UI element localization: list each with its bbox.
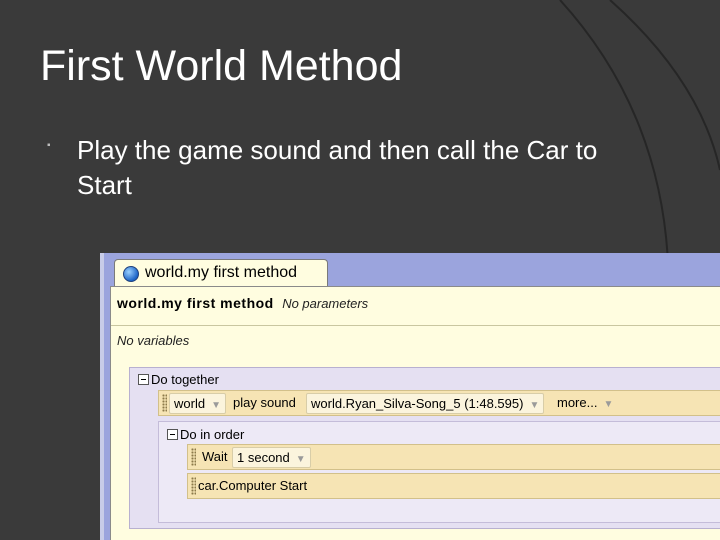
drag-handle-icon[interactable] [191, 448, 196, 466]
method-panel: world.my first method No parameters No v… [110, 286, 720, 540]
drag-handle-icon[interactable] [162, 394, 167, 412]
wait-statement[interactable]: Wait 1 second ▼ [187, 444, 720, 470]
method-label: play sound [233, 395, 296, 410]
method-name: world.my first method [117, 295, 274, 311]
chevron-down-icon: ▼ [211, 400, 221, 411]
bullet-text: Play the game sound and then call the Ca… [77, 135, 598, 200]
parameters-label: No parameters [282, 296, 369, 311]
do-together-header[interactable]: Do together [138, 372, 219, 387]
do-in-order-block[interactable]: Do in order Wait 1 second ▼ car.Computer … [158, 421, 720, 523]
duration-value: 1 second [237, 450, 290, 465]
sound-dropdown[interactable]: world.Ryan_Silva-Song_5 (1:48.595) ▼ [306, 393, 545, 414]
divider [111, 325, 720, 326]
do-in-order-header[interactable]: Do in order [167, 427, 244, 442]
world-icon [123, 266, 139, 282]
variables-label: No variables [117, 333, 190, 348]
do-together-label: Do together [151, 372, 219, 387]
object-dropdown[interactable]: world ▼ [169, 393, 226, 414]
more-dropdown[interactable]: more... ▼ [553, 393, 617, 412]
bullet-marker-icon: ▪ [47, 140, 51, 151]
more-value: more... [557, 395, 598, 410]
call-statement[interactable]: car.Computer Start [187, 473, 720, 499]
call-label: car.Computer Start [198, 478, 308, 493]
chevron-down-icon: ▼ [529, 400, 540, 411]
wait-label: Wait [202, 449, 228, 464]
play-sound-statement[interactable]: world ▼ play sound world.Ryan_Silva-Song_… [158, 390, 720, 416]
method-tab[interactable]: world.my first method [114, 259, 328, 288]
duration-dropdown[interactable]: 1 second ▼ [232, 447, 311, 468]
slide-title: First World Method [40, 42, 403, 90]
chevron-down-icon: ▼ [603, 399, 614, 410]
collapse-icon[interactable] [167, 429, 178, 440]
object-value: world [174, 396, 206, 411]
method-header: world.my first method No parameters [117, 295, 368, 313]
do-in-order-label: Do in order [180, 427, 245, 442]
collapse-icon[interactable] [138, 374, 149, 385]
chevron-down-icon: ▼ [295, 454, 306, 465]
sound-value: world.Ryan_Silva-Song_5 (1:48.595) [311, 396, 524, 411]
method-tab-label: world.my first method [145, 264, 298, 281]
do-together-block[interactable]: Do together world ▼ play sound world.Ryan… [129, 367, 720, 529]
method-editor: world.my first method world.my first met… [100, 253, 720, 540]
